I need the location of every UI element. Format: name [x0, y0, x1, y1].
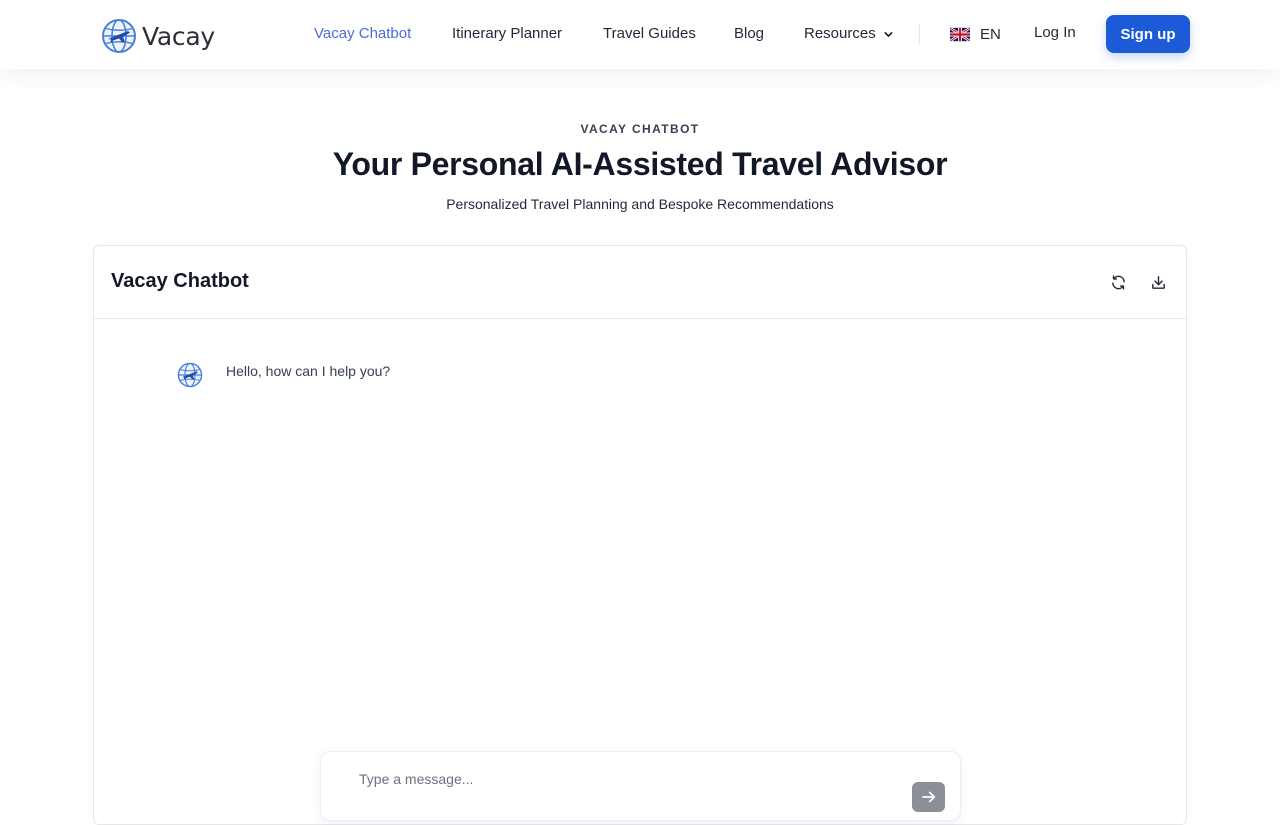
nav-resources-label: Resources	[804, 25, 876, 42]
login-link[interactable]: Log In	[1034, 24, 1076, 41]
chat-title: Vacay Chatbot	[111, 270, 249, 292]
language-code: EN	[980, 25, 1001, 43]
chat-panel: Vacay Chatbot Hello, how can I help you?	[93, 245, 1187, 825]
download-icon	[1151, 275, 1165, 289]
nav-divider	[919, 24, 920, 44]
signup-button[interactable]: Sign up	[1106, 15, 1190, 53]
nav-travel-guides[interactable]: Travel Guides	[603, 24, 696, 44]
message-text: Hello, how can I help you?	[226, 363, 391, 379]
nav-itinerary-planner[interactable]: Itinerary Planner	[452, 24, 562, 44]
section-eyebrow: VACAY CHATBOT	[580, 122, 700, 136]
arrow-right-icon	[921, 791, 935, 803]
logo-text: Vacay	[142, 21, 215, 51]
refresh-chat-button[interactable]	[1108, 272, 1128, 292]
nav-blog[interactable]: Blog	[734, 24, 764, 44]
download-chat-button[interactable]	[1148, 272, 1168, 292]
chevron-down-icon	[884, 31, 893, 37]
nav-vacay-chatbot[interactable]: Vacay Chatbot	[314, 24, 411, 44]
top-navbar: Vacay Vacay Chatbot Itinerary Planner Tr…	[0, 0, 1280, 69]
globe-plane-icon	[177, 362, 203, 388]
globe-plane-icon	[102, 19, 136, 53]
refresh-icon	[1111, 274, 1125, 290]
page-subtitle: Personalized Travel Planning and Bespoke…	[446, 196, 834, 212]
logo[interactable]: Vacay	[101, 18, 215, 54]
uk-flag-icon	[950, 26, 970, 42]
page-title: Your Personal AI-Assisted Travel Advisor	[332, 146, 948, 182]
message-composer	[320, 751, 961, 821]
language-selector[interactable]: EN	[950, 24, 1001, 44]
message-input[interactable]	[359, 769, 899, 789]
send-button[interactable]	[912, 782, 945, 812]
chat-message-bot: Hello, how can I help you?	[177, 362, 390, 388]
nav-resources-dropdown[interactable]: Resources	[804, 24, 893, 44]
chat-header: Vacay Chatbot	[94, 246, 1186, 319]
